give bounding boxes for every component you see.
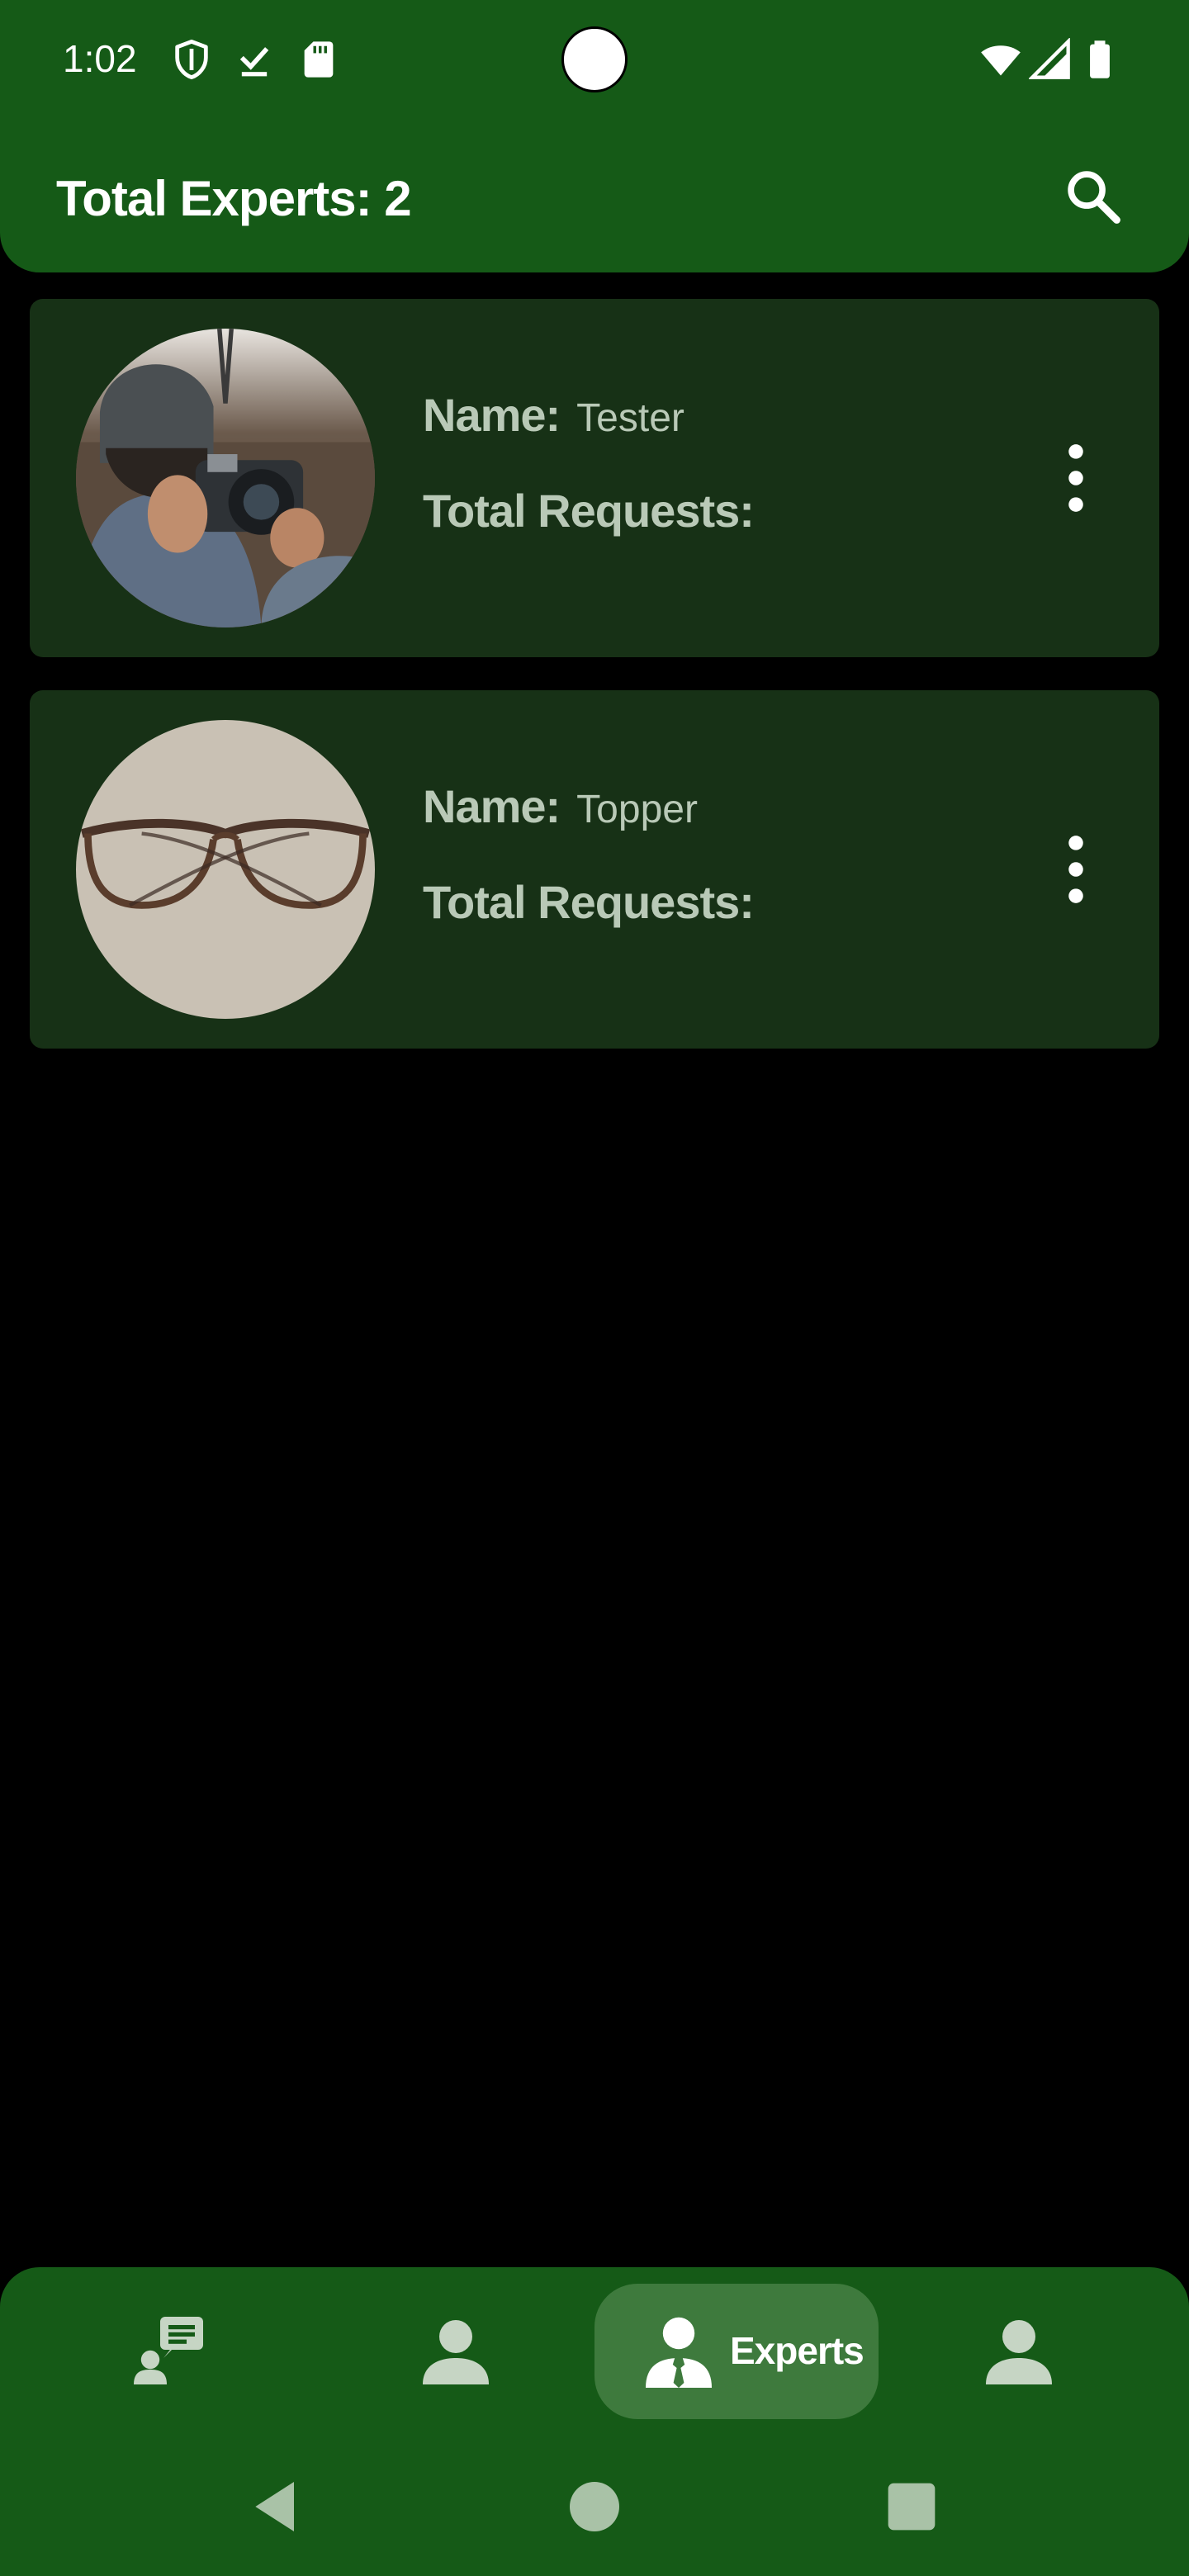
total-requests-label: Total Requests: — [423, 876, 755, 928]
page-title: Total Experts: 2 — [56, 171, 412, 226]
expert-requests-line: Total Requests: — [423, 484, 770, 537]
expert-requests-line: Total Requests: — [423, 875, 770, 929]
expert-avatar — [76, 720, 375, 1019]
battery-icon — [1078, 38, 1121, 81]
more-options-button[interactable] — [1047, 439, 1105, 517]
nav-item-profile[interactable] — [961, 2284, 1077, 2419]
recents-icon — [888, 2483, 936, 2531]
expert-card[interactable]: Name: Tester Total Requests: — [30, 299, 1159, 657]
name-label: Name: — [423, 780, 561, 832]
back-button[interactable] — [244, 2474, 310, 2540]
chat-user-icon — [130, 2312, 210, 2391]
status-time: 1:02 — [63, 37, 137, 80]
more-vert-icon — [1068, 444, 1083, 512]
more-options-button[interactable] — [1047, 831, 1105, 908]
download-done-icon — [233, 38, 276, 81]
expert-name: Topper — [576, 788, 698, 831]
back-icon — [255, 2482, 294, 2531]
shield-icon — [170, 38, 213, 81]
front-camera — [561, 26, 628, 92]
person-icon — [416, 2312, 495, 2391]
expert-name-line: Name: Tester — [423, 388, 685, 442]
sd-card-icon — [297, 38, 340, 81]
person-icon — [979, 2312, 1059, 2391]
expert-avatar — [76, 329, 375, 627]
top-app-bar: 1:02 Total Experts: 2 — [0, 0, 1189, 272]
recents-button[interactable] — [879, 2474, 945, 2540]
search-button[interactable] — [1062, 165, 1125, 228]
expert-name: Tester — [576, 396, 685, 440]
expert-name-line: Name: Topper — [423, 779, 698, 833]
status-bar: 1:02 — [0, 0, 1189, 124]
name-label: Name: — [423, 389, 561, 441]
nav-item-experts[interactable]: Experts — [594, 2284, 879, 2419]
expert-icon — [639, 2312, 718, 2391]
nav-item-experts-label: Experts — [730, 2329, 865, 2372]
expert-card[interactable]: Name: Topper Total Requests: — [30, 690, 1159, 1049]
home-button[interactable] — [561, 2474, 628, 2540]
home-icon — [570, 2482, 619, 2531]
search-icon — [1068, 171, 1120, 224]
signal-icon — [1029, 38, 1072, 81]
nav-item-chats[interactable] — [116, 2284, 231, 2419]
bottom-navigation: Experts — [0, 2267, 1189, 2576]
total-requests-label: Total Requests: — [423, 485, 755, 537]
more-vert-icon — [1068, 836, 1083, 903]
nav-item-users[interactable] — [398, 2284, 514, 2419]
wifi-icon — [979, 38, 1022, 81]
